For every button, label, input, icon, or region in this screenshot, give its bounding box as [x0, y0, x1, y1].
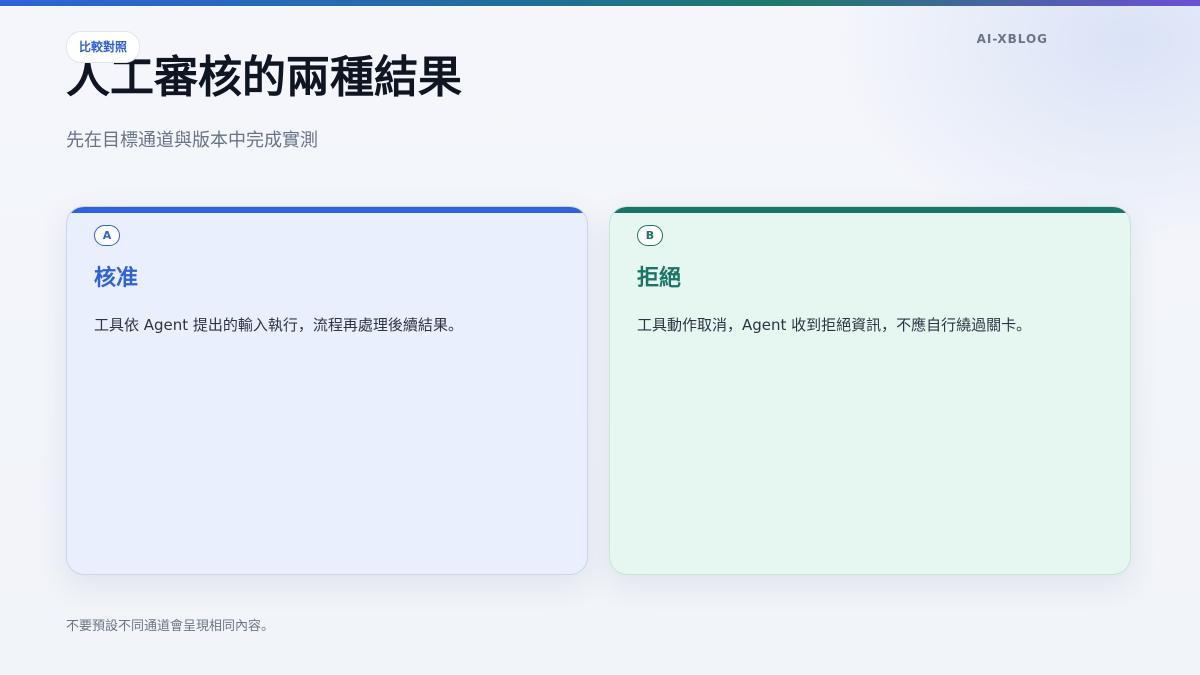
card-badge: B [637, 225, 663, 246]
page-subtitle: 先在目標通道與版本中完成實測 [66, 130, 318, 151]
card-title: 核准 [94, 266, 139, 291]
option-card-reject: B 拒絕 工具動作取消，Agent 收到拒絕資訊，不應自行繞過關卡。 [609, 206, 1131, 575]
section-tag: 比較對照 [66, 31, 141, 63]
card-description: 工具依 Agent 提出的輸入執行，流程再處理後續結果。 [94, 316, 463, 334]
brand-label: AI-XBLOG [976, 32, 1048, 46]
card-accent-stripe [67, 207, 587, 213]
card-title: 拒絕 [637, 266, 682, 291]
footnote: 不要預設不同通道會呈現相同內容。 [66, 619, 275, 634]
card-accent-stripe [610, 207, 1130, 213]
card-description: 工具動作取消，Agent 收到拒絕資訊，不應自行繞過關卡。 [637, 316, 1032, 334]
option-card-approve: A 核准 工具依 Agent 提出的輸入執行，流程再處理後續結果。 [66, 206, 588, 575]
card-badge: A [94, 225, 120, 246]
top-accent-bar [0, 0, 1200, 6]
